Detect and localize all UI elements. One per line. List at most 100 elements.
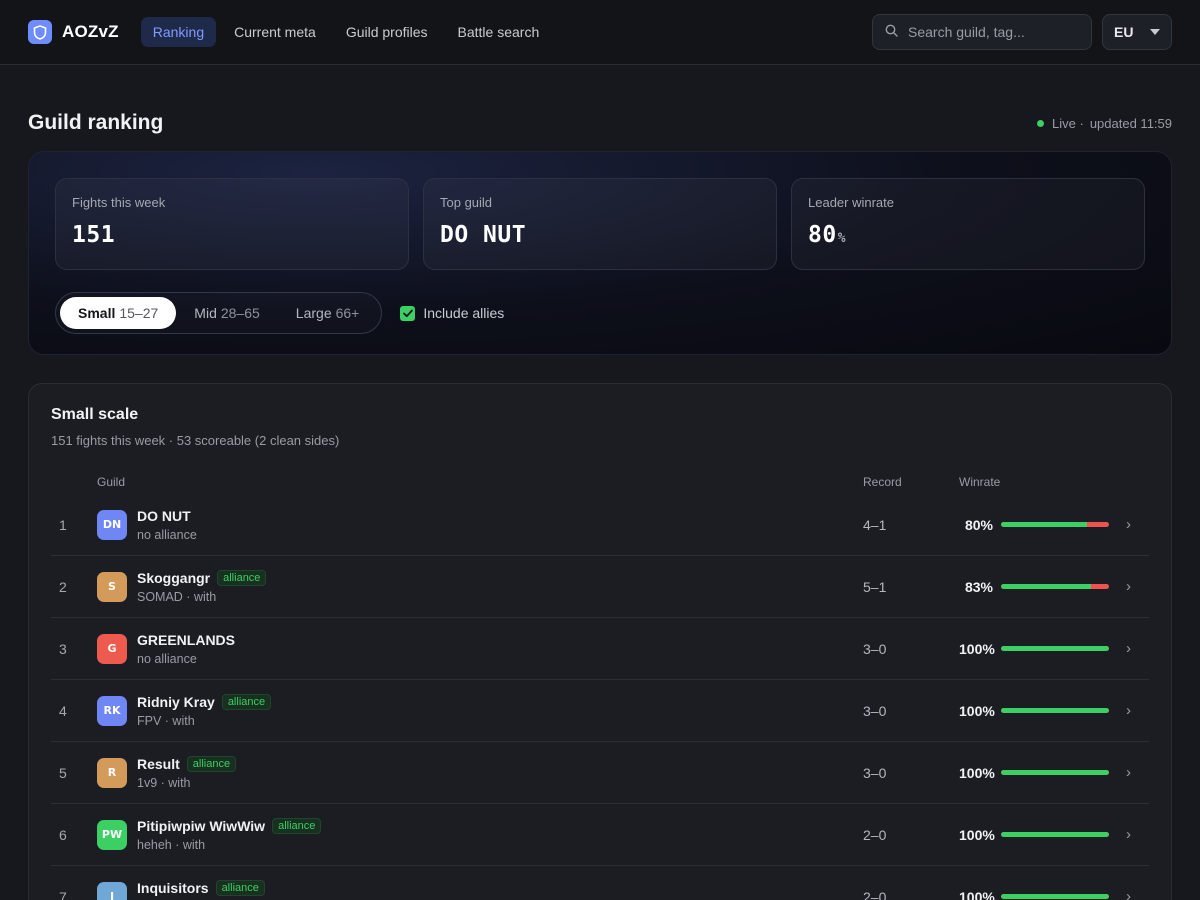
winrate-cell: 100% bbox=[959, 641, 1109, 657]
guild-name[interactable]: Skoggangr bbox=[137, 570, 210, 586]
stat-value: 151 bbox=[72, 222, 392, 248]
record-value: 2–0 bbox=[863, 888, 887, 900]
summary-panel: Fights this week 151 Top guild DO NUT Le… bbox=[28, 151, 1172, 355]
guild-info: DO NUT no alliance bbox=[137, 508, 197, 542]
winrate-value: 100% bbox=[959, 764, 995, 781]
guild-name[interactable]: Result bbox=[137, 756, 180, 772]
stat-value: DO NUT bbox=[440, 222, 760, 248]
winrate-bar bbox=[1001, 708, 1109, 713]
chevron-right-icon[interactable]: › bbox=[1109, 640, 1149, 657]
search-input[interactable] bbox=[908, 24, 1079, 40]
guild-info: Result alliance 1v9 · with bbox=[137, 755, 237, 790]
guild-cell: RK Ridniy Kray alliance FPV · with bbox=[97, 693, 863, 728]
alliance-badge: alliance bbox=[221, 693, 272, 710]
stat-label: Fights this week bbox=[72, 195, 166, 210]
nav-item-current-meta[interactable]: Current meta bbox=[222, 17, 328, 47]
chevron-down-icon bbox=[1150, 29, 1160, 35]
stat-label: Top guild bbox=[440, 195, 493, 210]
search-box[interactable] bbox=[872, 14, 1092, 50]
size-filter-small[interactable]: Small 15–27 bbox=[60, 297, 177, 329]
guild-alliance-info: no alliance bbox=[137, 651, 197, 666]
guild-avatar: R bbox=[97, 757, 127, 788]
guild-name[interactable]: DO NUT bbox=[137, 508, 191, 524]
top-bar: AOZvZ Ranking Current meta Guild profiles B… bbox=[0, 0, 1200, 65]
include-allies-checkbox[interactable]: Include allies bbox=[400, 305, 504, 321]
winrate-bar-fill bbox=[1001, 894, 1109, 899]
winrate-cell: 100% bbox=[959, 765, 1109, 781]
winrate-value: 80% bbox=[964, 516, 993, 533]
table-row[interactable]: 6 PW Pitipiwpiw WiwWiw alliance heheh · with… bbox=[51, 804, 1149, 866]
app-name: AOZvZ bbox=[62, 22, 119, 41]
guild-cell: DN DO NUT no alliance bbox=[97, 508, 863, 542]
winrate-cell: 80% bbox=[959, 517, 1109, 533]
winrate-value: 83% bbox=[964, 578, 993, 595]
column-record: Record bbox=[863, 475, 902, 489]
guild-cell: PW Pitipiwpiw WiwWiw alliance heheh · with bbox=[97, 817, 863, 852]
guild-name-line: Pitipiwpiw WiwWiw alliance bbox=[137, 817, 322, 834]
winrate-bar bbox=[1001, 646, 1109, 651]
nav-item-guild-profiles[interactable]: Guild profiles bbox=[334, 17, 440, 47]
guild-info: Skoggangr alliance SOMAD · with bbox=[137, 569, 267, 604]
winrate-value: 100% bbox=[959, 640, 995, 657]
updated-time: updated 11:59 bbox=[1089, 115, 1172, 131]
chevron-right-icon[interactable]: › bbox=[1109, 702, 1149, 719]
rank-number: 2 bbox=[59, 578, 67, 595]
guild-name-line: Result alliance bbox=[137, 755, 237, 772]
guild-avatar: PW bbox=[97, 819, 127, 850]
ranking-card: Small scale 151 fights this week · 53 sc… bbox=[28, 383, 1172, 900]
stat-value: 80% bbox=[808, 222, 1128, 248]
stats-row: Fights this week 151 Top guild DO NUT Le… bbox=[55, 178, 1145, 270]
region-select[interactable]: EU bbox=[1102, 14, 1172, 50]
guild-name[interactable]: GREENLANDS bbox=[137, 632, 235, 648]
nav-item-battle-search[interactable]: Battle search bbox=[446, 17, 552, 47]
winrate-cell: 83% bbox=[959, 579, 1109, 595]
table-row[interactable]: 3 G GREENLANDS no alliance 3–0 100% › bbox=[51, 618, 1149, 680]
table-row[interactable]: 1 DN DO NUT no alliance 4–1 80% › bbox=[51, 494, 1149, 556]
rank-number: 7 bbox=[59, 888, 67, 900]
stat-card-top-guild: Top guild DO NUT bbox=[423, 178, 777, 270]
winrate-bar-fill bbox=[1001, 832, 1109, 837]
size-filter-large[interactable]: Large 66+ bbox=[278, 297, 378, 329]
guild-name-line: Ridniy Kray alliance bbox=[137, 693, 272, 710]
rank-number: 1 bbox=[59, 516, 67, 533]
guild-avatar: RK bbox=[97, 695, 127, 726]
guild-name[interactable]: Ridniy Kray bbox=[137, 694, 215, 710]
guild-info: Pitipiwpiw WiwWiw alliance heheh · with bbox=[137, 817, 322, 852]
stat-card-fights: Fights this week 151 bbox=[55, 178, 409, 270]
record-value: 4–1 bbox=[863, 516, 887, 533]
column-guild: Guild bbox=[97, 475, 126, 489]
table-row[interactable]: 5 R Result alliance 1v9 · with 3–0 100% › bbox=[51, 742, 1149, 804]
chevron-right-icon[interactable]: › bbox=[1109, 764, 1149, 781]
chevron-right-icon[interactable]: › bbox=[1109, 888, 1149, 900]
main-nav: Ranking Current meta Guild profiles Battle … bbox=[140, 17, 552, 47]
guild-name[interactable]: Inquisitors bbox=[137, 880, 209, 896]
guild-name[interactable]: Pitipiwpiw WiwWiw bbox=[137, 818, 265, 834]
guild-name-line: Inquisitors alliance bbox=[137, 879, 359, 896]
size-filter: Small 15–27 Mid 28–65 Large 66+ bbox=[55, 292, 383, 334]
brand[interactable]: AOZvZ bbox=[28, 20, 119, 44]
winrate-cell: 100% bbox=[959, 827, 1109, 843]
chevron-right-icon[interactable]: › bbox=[1109, 516, 1149, 533]
size-filter-range: 28–65 bbox=[220, 305, 260, 321]
winrate-bar bbox=[1001, 894, 1109, 899]
nav-item-ranking[interactable]: Ranking bbox=[140, 17, 217, 47]
alliance-badge: alliance bbox=[186, 755, 237, 772]
table-row[interactable]: 7IInquisitorsalliancenumbs · with Become… bbox=[51, 866, 1149, 900]
table-row[interactable]: 2 S Skoggangr alliance SOMAD · with 5–1 83% › bbox=[51, 556, 1149, 618]
guild-alliance-info: 1v9 · with bbox=[137, 775, 191, 790]
chevron-right-icon[interactable]: › bbox=[1109, 578, 1149, 595]
winrate-value: 100% bbox=[959, 826, 995, 843]
guild-avatar: DN bbox=[97, 509, 127, 540]
alliance-badge: alliance bbox=[217, 569, 267, 586]
chevron-right-icon[interactable]: › bbox=[1109, 826, 1149, 843]
table-row[interactable]: 4 RK Ridniy Kray alliance FPV · with 3–0 100% › bbox=[51, 680, 1149, 742]
rank-number: 6 bbox=[59, 826, 67, 843]
record-value: 5–1 bbox=[863, 578, 887, 595]
winrate-value: 100% bbox=[959, 888, 995, 900]
guild-cell: S Skoggangr alliance SOMAD · with bbox=[97, 569, 863, 604]
winrate-value: 100% bbox=[959, 702, 995, 719]
rank-number: 5 bbox=[59, 764, 67, 781]
live-dot-icon bbox=[1037, 119, 1045, 127]
checkmark-icon[interactable] bbox=[400, 305, 416, 321]
size-filter-mid[interactable]: Mid 28–65 bbox=[176, 297, 278, 329]
